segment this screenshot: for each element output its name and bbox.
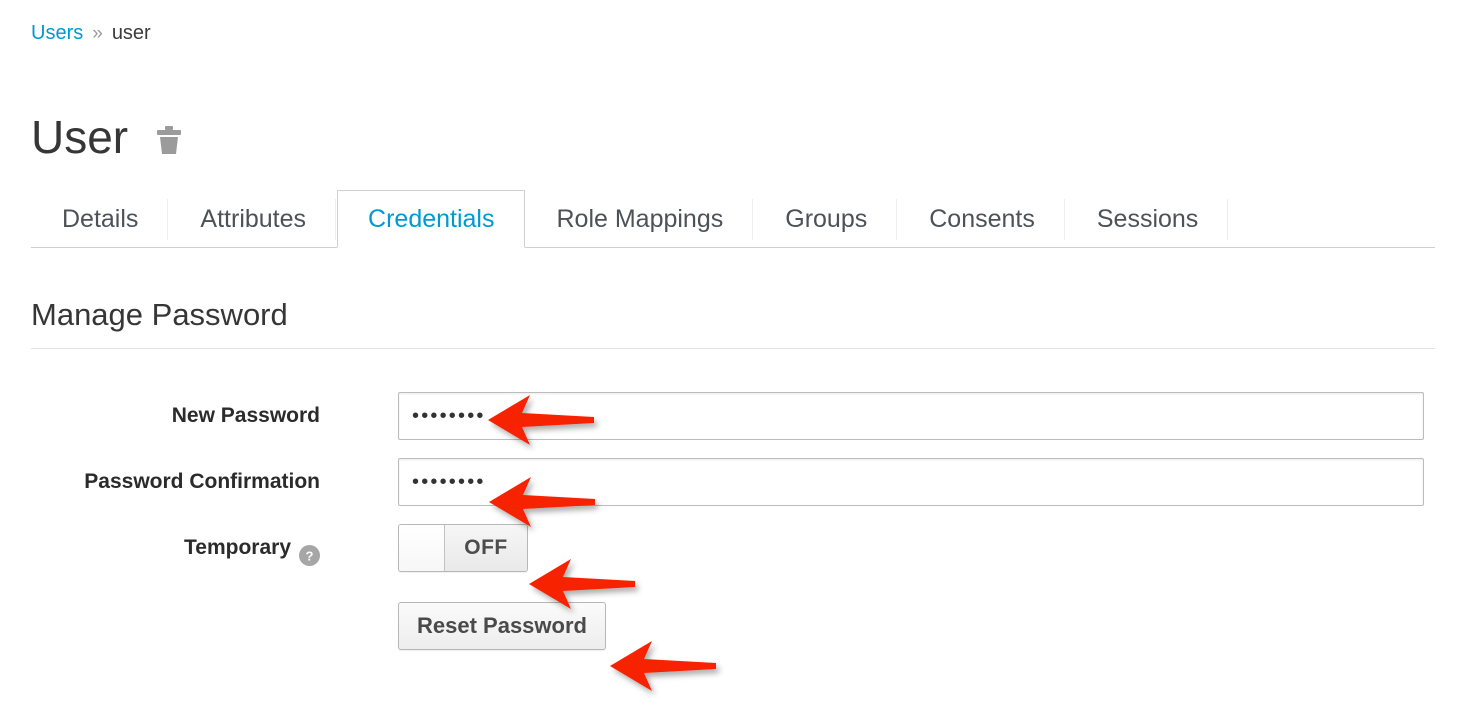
- tab-label: Attributes: [200, 205, 307, 233]
- tab-groups[interactable]: Groups: [754, 190, 898, 248]
- tab-label: Details: [62, 205, 139, 233]
- reset-password-button[interactable]: Reset Password: [398, 602, 606, 650]
- tab-sessions[interactable]: Sessions: [1066, 190, 1229, 248]
- form-row-new-password: New Password: [0, 392, 1466, 440]
- new-password-label: New Password: [171, 404, 320, 427]
- new-password-input[interactable]: [398, 392, 1424, 440]
- tab-label: Consents: [929, 205, 1035, 233]
- form-row-password-confirmation: Password Confirmation: [0, 458, 1466, 506]
- temporary-label: Temporary ?: [0, 524, 320, 572]
- password-confirmation-input[interactable]: [398, 458, 1424, 506]
- tab-label: Sessions: [1096, 205, 1199, 233]
- tab-attributes[interactable]: Attributes: [169, 190, 337, 248]
- page-title: User: [31, 111, 129, 163]
- page-header: User: [31, 108, 184, 166]
- password-confirmation-label: Password Confirmation: [84, 470, 320, 493]
- temporary-control: OFF: [398, 524, 528, 572]
- tab-consents[interactable]: Consents: [898, 190, 1066, 248]
- svg-text:?: ?: [306, 548, 314, 563]
- new-password-control: [398, 392, 1424, 440]
- password-confirmation-control: [398, 458, 1424, 506]
- form-row-actions: Reset Password: [0, 590, 1466, 650]
- manage-password-form: New Password Password Confirmation Tempo…: [0, 392, 1466, 668]
- section-heading-manage-password: Manage Password: [31, 296, 1435, 349]
- breadcrumb-separator-icon: »: [92, 23, 103, 44]
- temporary-toggle[interactable]: OFF: [398, 524, 528, 572]
- tab-credentials[interactable]: Credentials: [337, 190, 526, 248]
- tab-label: Role Mappings: [556, 205, 724, 233]
- toggle-state-label: OFF: [445, 525, 527, 571]
- temporary-label-text: Temporary: [184, 536, 291, 559]
- form-row-temporary: Temporary ? OFF: [0, 524, 1466, 572]
- breadcrumb-link-users[interactable]: Users: [31, 22, 83, 44]
- question-circle-icon[interactable]: ?: [299, 536, 320, 566]
- breadcrumb: Users » user: [31, 20, 151, 47]
- tab-label: Groups: [785, 205, 868, 233]
- trash-icon[interactable]: [154, 124, 184, 156]
- tab-label: Credentials: [368, 204, 495, 233]
- toggle-knob[interactable]: [399, 525, 445, 571]
- breadcrumb-current-user: user: [111, 22, 151, 44]
- tab-details[interactable]: Details: [31, 190, 169, 248]
- tab-bar: Details Attributes Credentials Role Mapp…: [31, 190, 1435, 248]
- tab-role-mappings[interactable]: Role Mappings: [525, 190, 754, 248]
